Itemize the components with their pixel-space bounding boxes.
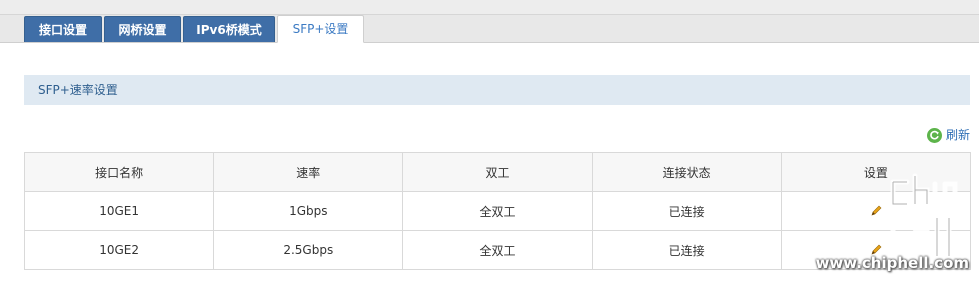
column-header-interface-name: 接口名称 bbox=[23, 152, 215, 192]
cell-speed: 1Gbps bbox=[213, 191, 404, 231]
refresh-label: 刷新 bbox=[945, 128, 970, 142]
cell-interface-name: 10GE2 bbox=[23, 230, 215, 270]
cell-interface-name: 10GE1 bbox=[23, 191, 215, 231]
refresh-icon bbox=[926, 127, 942, 143]
refresh-button[interactable]: 刷新 bbox=[926, 127, 970, 143]
tab-sfp-settings[interactable]: SFP+设置 bbox=[277, 15, 364, 43]
watermark-text: www.chiphell.com bbox=[815, 254, 969, 272]
cell-duplex: 全双工 bbox=[402, 191, 593, 231]
edit-icon[interactable] bbox=[869, 204, 883, 218]
top-strip bbox=[0, 0, 979, 15]
cell-status: 已连接 bbox=[591, 230, 782, 270]
tab-bridge-settings[interactable]: 网桥设置 bbox=[104, 16, 181, 42]
table-row: 10GE1 1Gbps 全双工 已连接 bbox=[23, 191, 972, 231]
cell-duplex: 全双工 bbox=[402, 230, 593, 270]
table-header-row: 接口名称 速率 双工 连接状态 设置 bbox=[23, 152, 972, 192]
tab-interface-settings[interactable]: 接口设置 bbox=[24, 16, 102, 42]
cell-speed: 2.5Gbps bbox=[213, 230, 404, 270]
column-header-duplex: 双工 bbox=[402, 152, 593, 192]
cell-status: 已连接 bbox=[591, 191, 782, 231]
column-header-connection-status: 连接状态 bbox=[591, 152, 782, 192]
column-header-speed: 速率 bbox=[213, 152, 404, 192]
sfp-speed-table: 接口名称 速率 双工 连接状态 设置 10GE1 1Gbps 全双工 已连接 1 bbox=[23, 152, 972, 270]
tab-ipv6-bridge-mode[interactable]: IPv6桥模式 bbox=[183, 16, 275, 42]
section-title: SFP+速率设置 bbox=[24, 75, 970, 105]
